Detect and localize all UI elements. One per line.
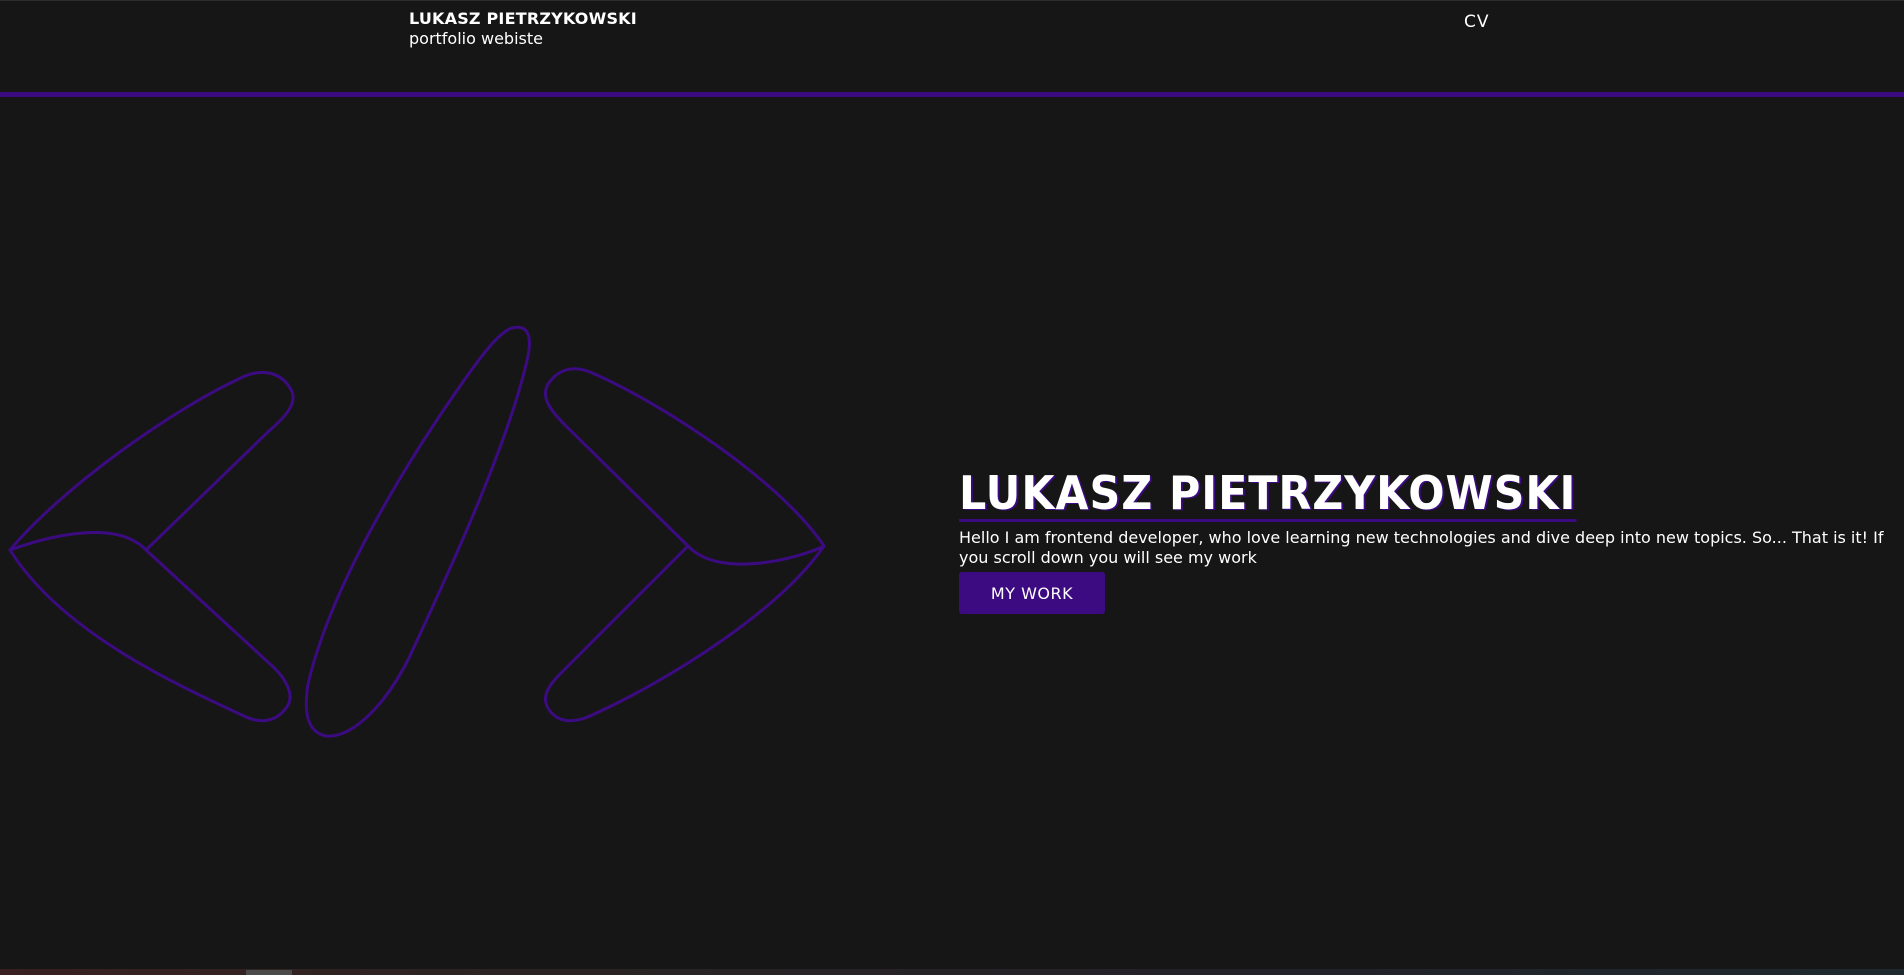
site-header: LUKASZ PIETRZYKOWSKI portfolio webiste C… bbox=[0, 0, 1904, 93]
hero-description: Hello I am frontend developer, who love … bbox=[959, 528, 1884, 567]
brand-name: LUKASZ PIETRZYKOWSKI bbox=[409, 9, 637, 28]
hero-title: LUKASZ PIETRZYKOWSKI bbox=[959, 466, 1577, 522]
my-work-button[interactable]: MY WORK bbox=[959, 572, 1105, 614]
brand[interactable]: LUKASZ PIETRZYKOWSKI portfolio webiste bbox=[409, 11, 637, 47]
right-chevron-upper-arm bbox=[543, 367, 826, 548]
left-chevron-lower-arm bbox=[8, 531, 292, 723]
left-chevron-upper-arm bbox=[8, 371, 295, 552]
scrollbar-thumb[interactable] bbox=[246, 970, 292, 975]
hero-section: LUKASZ PIETRZYKOWSKI Hello I am frontend… bbox=[959, 470, 1889, 614]
page: LUKASZ PIETRZYKOWSKI portfolio webiste C… bbox=[0, 0, 1904, 975]
code-brackets-icon bbox=[8, 325, 826, 738]
header-divider bbox=[0, 92, 1904, 97]
slash-shape bbox=[304, 325, 531, 738]
right-chevron-lower-arm bbox=[543, 544, 826, 723]
brand-subtitle: portfolio webiste bbox=[409, 29, 543, 48]
nav-cv-link[interactable]: CV bbox=[1464, 12, 1490, 32]
